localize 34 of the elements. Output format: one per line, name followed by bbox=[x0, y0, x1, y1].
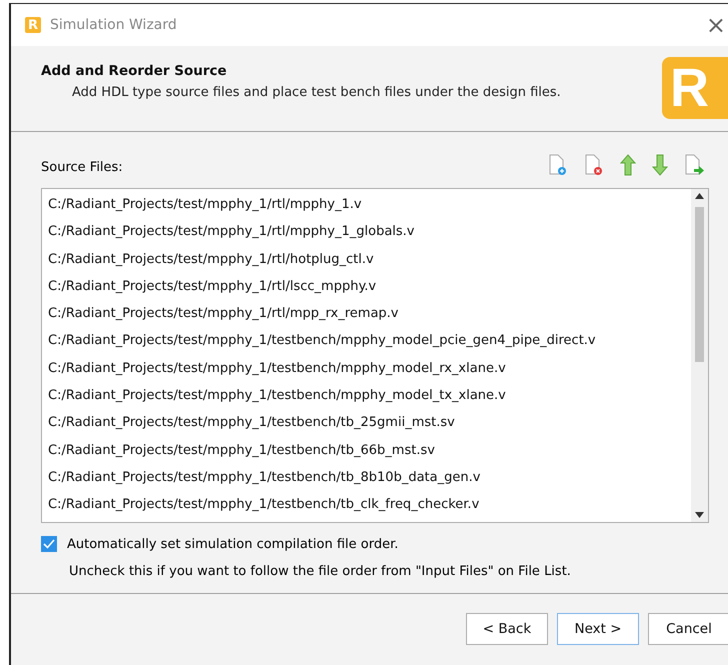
file-item[interactable]: C:/Radiant_Projects/test/mpphy_1/testbench/mpphy_model_tx_xlane.v bbox=[42, 382, 691, 410]
auto-order-note: Uncheck this if you want to follow the file order from "Input Files" on File List. bbox=[69, 564, 572, 579]
page-title: Add and Reorder Source bbox=[41, 63, 228, 79]
file-item[interactable]: C:/Radiant_Projects/test/mpphy_1/rtl/mpphy_1_globals.v bbox=[42, 218, 691, 246]
move-down-icon[interactable] bbox=[652, 154, 668, 176]
close-button[interactable]: × bbox=[706, 11, 728, 39]
file-item[interactable]: C:/Radiant_Projects/test/mpphy_1/rtl/lscc_mpphy.v bbox=[42, 272, 691, 300]
scrollbar[interactable] bbox=[691, 189, 708, 522]
window-title: Simulation Wizard bbox=[50, 17, 178, 33]
file-item[interactable]: C:/Radiant_Projects/test/mpphy_1/testbench/tb_clk_freq_checker.v bbox=[42, 491, 691, 519]
scroll-up-icon[interactable] bbox=[695, 193, 704, 199]
file-item[interactable]: C:/Radiant_Projects/test/mpphy_1/testbench/tb_25gmii_mst.sv bbox=[42, 409, 691, 437]
next-button[interactable]: Next > bbox=[557, 613, 639, 645]
auto-order-label: Automatically set simulation compilation file order. bbox=[67, 536, 398, 552]
source-files-label: Source Files: bbox=[41, 158, 123, 174]
move-up-icon[interactable] bbox=[620, 154, 636, 176]
file-item[interactable]: C:/Radiant_Projects/test/mpphy_1/rtl/mpp_rx_remap.v bbox=[42, 300, 691, 328]
page-subtitle: Add HDL type source files and place test bench files under the design files. bbox=[72, 85, 561, 100]
file-item[interactable]: C:/Radiant_Projects/test/mpphy_1/rtl/hotplug_ctl.v bbox=[42, 246, 691, 273]
scroll-down-icon[interactable] bbox=[695, 512, 704, 518]
cancel-button[interactable]: Cancel bbox=[648, 613, 728, 645]
logo: R bbox=[662, 57, 728, 119]
scroll-thumb[interactable] bbox=[695, 207, 704, 362]
export-file-icon[interactable] bbox=[684, 154, 706, 176]
file-item[interactable]: C:/Radiant_Projects/test/mpphy_1/testbench/mpphy_model_pcie_gen4_pipe_direct.v bbox=[42, 327, 691, 355]
remove-file-icon[interactable] bbox=[584, 154, 604, 176]
app-icon: R bbox=[25, 17, 41, 33]
file-item[interactable]: C:/Radiant_Projects/test/mpphy_1/testbench/tb_66b_mst.sv bbox=[42, 436, 691, 464]
file-item[interactable]: C:/Radiant_Projects/test/mpphy_1/rtl/mpphy_1.v bbox=[42, 191, 691, 218]
file-item[interactable]: C:/Radiant_Projects/test/mpphy_1/testbench/mpphy_model_rx_xlane.v bbox=[42, 354, 691, 382]
add-file-icon[interactable] bbox=[548, 154, 568, 176]
file-item[interactable]: C:/Radiant_Projects/test/mpphy_1/testbench/tb_8b10b_data_gen.v bbox=[42, 464, 691, 492]
auto-order-checkbox[interactable] bbox=[41, 536, 57, 552]
back-button[interactable]: < Back bbox=[466, 613, 548, 645]
